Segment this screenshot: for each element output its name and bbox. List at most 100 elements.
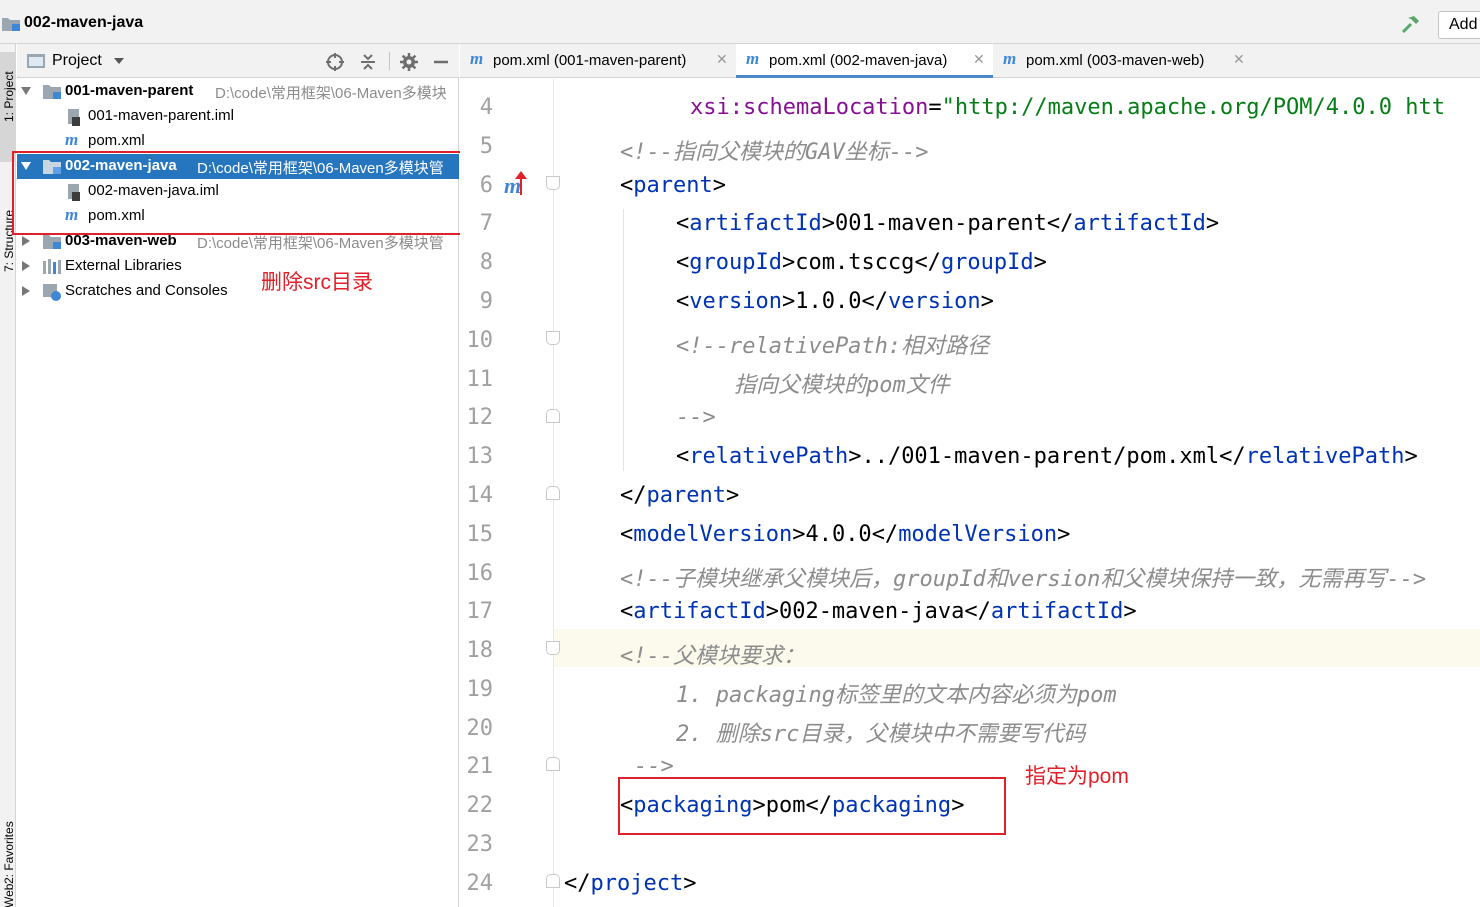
title-bar: 002-maven-java Add xyxy=(0,0,1480,44)
chevron-down-icon[interactable] xyxy=(114,58,124,64)
tab-label: pom.xml (002-maven-java) xyxy=(769,52,948,69)
line-number: 8 xyxy=(479,250,493,275)
project-panel-header: Project xyxy=(17,44,459,78)
expand-arrow-icon[interactable] xyxy=(21,87,31,95)
line-number: 4 xyxy=(479,95,493,120)
code-line-16: <!--子模块继承父模块后，groupId和version和父模块保持一致，无需… xyxy=(620,567,1427,592)
tree-item-001-maven-parent[interactable]: 001-maven-parent D:\code\常用框架\06-Maven多模… xyxy=(17,79,459,104)
fold-marker-icon[interactable] xyxy=(546,176,560,190)
fold-marker-icon[interactable] xyxy=(546,331,560,345)
xml-tag: parent xyxy=(646,483,726,508)
maven-m-icon: m xyxy=(470,49,484,68)
code-line-11: 指向父模块的pom文件 xyxy=(734,373,950,398)
tree-item-001-maven-parent-iml[interactable]: 001-maven-parent.iml xyxy=(17,104,459,129)
line-number: 23 xyxy=(466,832,494,857)
xml-tag: groupId xyxy=(689,250,782,275)
tab-pom-003[interactable]: m pom.xml (003-maven-web) ✕ xyxy=(993,44,1253,78)
tree-item-path: D:\code\常用框架\06-Maven多模块管 xyxy=(197,235,444,252)
add-configuration-button[interactable]: Add xyxy=(1438,11,1480,39)
code-editor[interactable]: 4 5 6 7 8 9 10 11 12 13 14 15 16 17 18 1… xyxy=(460,79,1480,907)
folder-icon xyxy=(2,18,20,31)
line-number: 11 xyxy=(466,367,494,392)
xml-attribute: xsi:schemaLocation xyxy=(690,95,929,120)
maven-m-icon: m xyxy=(1003,49,1017,68)
line-number: 6 xyxy=(479,173,493,198)
xml-tag: groupId xyxy=(940,250,1034,275)
line-number: 18 xyxy=(466,638,494,663)
highlight-box-packaging xyxy=(618,777,1006,835)
xml-tag: artifactId xyxy=(633,599,766,624)
close-icon[interactable]: ✕ xyxy=(1233,51,1245,68)
code-line-10: <!--relativePath:相对路径 xyxy=(676,334,990,359)
code-line-5: <!--指向父模块的GAV坐标--> xyxy=(620,140,929,165)
collapse-all-icon[interactable] xyxy=(358,52,378,72)
window-title: 002-maven-java xyxy=(24,14,144,31)
tab-label: pom.xml (003-maven-web) xyxy=(1026,52,1205,69)
tool-tab-favorites[interactable]: 2: Favorites xyxy=(0,764,16,894)
code-line-21: --> xyxy=(634,754,674,779)
annotation-set-pom: 指定为pom xyxy=(1025,765,1129,788)
collapsed-arrow-icon[interactable] xyxy=(22,286,30,296)
line-number: 19 xyxy=(466,677,494,702)
indent-guide xyxy=(623,209,624,471)
xml-text: 4.0.0 xyxy=(805,522,872,547)
fold-marker-icon[interactable] xyxy=(546,641,560,655)
line-number: 5 xyxy=(479,134,493,159)
code-line-8: <groupId>com.tsccg</groupId> xyxy=(676,250,1047,275)
tree-item-label: External Libraries xyxy=(65,257,182,274)
fold-marker-icon[interactable] xyxy=(546,757,560,771)
close-icon[interactable]: ✕ xyxy=(716,51,728,68)
line-number: 12 xyxy=(466,405,494,430)
line-number: 9 xyxy=(479,289,493,314)
navigate-up-arrow-icon[interactable] xyxy=(515,171,527,195)
line-number: 16 xyxy=(466,561,494,586)
xml-text: ../001-maven-parent/pom.xml xyxy=(861,444,1220,469)
tool-tab-project[interactable]: 1: Project xyxy=(0,52,16,162)
xml-tag: relativePath xyxy=(689,444,849,469)
tab-pom-002[interactable]: m pom.xml (002-maven-java) ✕ xyxy=(736,44,993,78)
xml-tag: project xyxy=(590,871,684,896)
code-line-6: <parent> xyxy=(620,173,726,198)
build-hammer-icon[interactable] xyxy=(1400,13,1422,35)
scratches-icon xyxy=(43,284,61,301)
code-line-7: <artifactId>001-maven-parent</artifactId… xyxy=(676,211,1220,236)
xml-tag: relativePath xyxy=(1245,444,1405,469)
xml-tag: modelVersion xyxy=(633,522,793,547)
code-line-17: <artifactId>002-maven-java</artifactId> xyxy=(620,599,1137,624)
locate-target-icon[interactable] xyxy=(325,52,345,72)
tree-item-external-libraries[interactable]: External Libraries xyxy=(17,254,459,279)
module-folder-icon xyxy=(43,235,61,249)
fold-marker-icon[interactable] xyxy=(546,409,560,423)
code-line-24: </project> xyxy=(564,871,697,896)
maven-m-icon: m xyxy=(746,49,760,68)
tab-pom-001[interactable]: m pom.xml (001-maven-parent) ✕ xyxy=(460,44,732,78)
xml-tag: version xyxy=(887,289,981,314)
tree-item-scratches[interactable]: Scratches and Consoles xyxy=(17,279,459,304)
xml-tag: version xyxy=(689,289,782,314)
code-line-9: <version>1.0.0</version> xyxy=(676,289,994,314)
project-view-icon xyxy=(27,54,45,68)
editor-tab-bar: m pom.xml (001-maven-parent) ✕ m pom.xml… xyxy=(460,44,1480,78)
gear-icon[interactable] xyxy=(399,52,419,72)
minimize-icon[interactable] xyxy=(431,52,451,72)
collapsed-arrow-icon[interactable] xyxy=(22,236,30,246)
library-icon xyxy=(43,259,61,274)
iml-file-icon xyxy=(68,109,80,126)
line-number: 22 xyxy=(466,793,494,818)
fold-marker-icon[interactable] xyxy=(546,486,560,500)
tool-tab-web[interactable]: Web xyxy=(0,884,16,907)
project-view-selector[interactable]: Project xyxy=(52,52,102,70)
close-icon[interactable]: ✕ xyxy=(973,51,985,68)
code-line-18: <!--父模块要求： xyxy=(620,644,805,669)
tab-label: pom.xml (001-maven-parent) xyxy=(493,52,687,69)
code-line-20: 2. 删除src目录，父模块中不需要写代码 xyxy=(676,722,1086,747)
tool-tab-web-label: Web xyxy=(2,883,16,907)
tree-item-path: D:\code\常用框架\06-Maven多模块 xyxy=(215,85,447,102)
highlight-box-002-module xyxy=(12,151,467,235)
xml-text: 001-maven-parent xyxy=(834,211,1047,236)
collapsed-arrow-icon[interactable] xyxy=(22,261,30,271)
xml-tag: parent xyxy=(633,173,713,198)
line-number: 17 xyxy=(466,599,494,624)
code-line-15: <modelVersion>4.0.0</modelVersion> xyxy=(620,522,1071,547)
fold-marker-icon[interactable] xyxy=(546,874,560,888)
